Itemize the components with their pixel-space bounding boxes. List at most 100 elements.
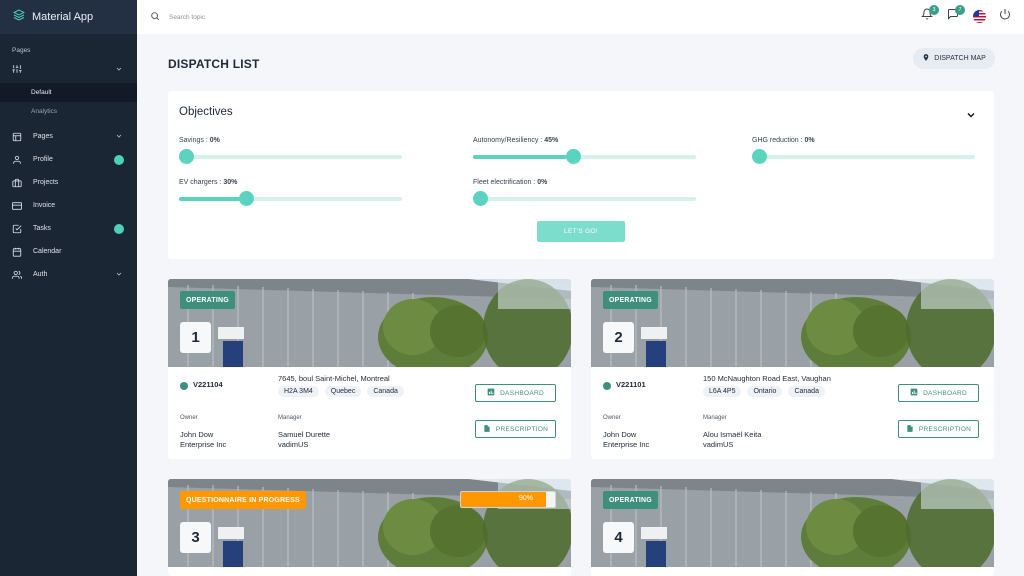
prescription-label: PRESCRIPTION — [495, 425, 549, 433]
site-card: OPERATING 4 — [591, 479, 994, 576]
status-dot — [603, 382, 611, 390]
country-chip: Canada — [367, 386, 404, 397]
layers-icon — [12, 8, 26, 26]
slider-track[interactable] — [752, 149, 975, 164]
slider-fill — [473, 155, 574, 159]
chevron-down-icon[interactable] — [965, 108, 977, 126]
postal-code-chip: H2A 3M4 — [278, 386, 319, 397]
sidebar-subitem-default[interactable]: Default — [0, 83, 137, 102]
slider-track[interactable] — [179, 149, 402, 164]
slider-ev-chargers[interactable]: EV chargers : 30% — [179, 179, 402, 209]
sidebar-item-projects[interactable]: Projects — [0, 171, 137, 194]
slider-track[interactable] — [179, 191, 402, 206]
brand[interactable]: Material App — [0, 0, 137, 34]
site-number: 1 — [180, 322, 211, 353]
slider-savings[interactable]: Savings : 0% — [179, 137, 402, 167]
dashboard-label: DASHBOARD — [500, 389, 544, 397]
objectives-title: Objectives — [179, 106, 233, 118]
chevron-down-icon — [115, 270, 123, 280]
dashboard-button[interactable]: DASHBOARD — [475, 384, 556, 402]
status-badge: OPERATING — [603, 491, 658, 509]
owner-name: John Dow — [603, 430, 637, 439]
site-card: OPERATING 2 V221101 150 McNaughton Road … — [591, 279, 994, 459]
credit-card-icon — [12, 201, 22, 211]
card-body: V221101 150 McNaughton Road East, Vaugha… — [591, 367, 994, 459]
slider-label: Fleet electrification : 0% — [473, 179, 548, 186]
province-chip: Ontario — [747, 386, 783, 397]
sliders-icon — [12, 64, 22, 74]
status-badge: QUESTIONNAIRE IN PROGRESS — [180, 491, 306, 509]
language-button[interactable] — [972, 9, 986, 23]
brand-name: Material App — [32, 11, 94, 23]
dispatch-map-label: DISPATCH MAP — [934, 55, 986, 62]
us-flag-icon — [972, 9, 986, 23]
sidebar-item-dashboard[interactable] — [0, 58, 137, 79]
lets-go-button[interactable]: LET'S GO! — [537, 221, 625, 242]
slider-label: EV chargers : 30% — [179, 179, 238, 186]
check-square-icon — [12, 224, 22, 234]
owner-company: Enterprise Inc — [603, 440, 650, 449]
owner-label: Owner — [180, 415, 198, 421]
page-title: DISPATCH LIST — [168, 57, 260, 71]
messages-button[interactable]: 7 — [946, 5, 965, 23]
top-header: 3 7 — [137, 0, 1024, 34]
site-address: 7645, boul Saint-Michel, Montreal — [278, 374, 390, 383]
manager-label: Manager — [278, 415, 302, 421]
nav-section-label: Pages — [12, 47, 31, 54]
slider-thumb[interactable] — [179, 149, 194, 164]
calendar-icon — [12, 247, 22, 257]
sidebar-item-label: Pages — [33, 133, 53, 140]
objectives-panel: Objectives Savings : 0% Autonomy/Resilie… — [168, 91, 994, 259]
slider-label: Savings : 0% — [179, 137, 220, 144]
manager-name: Alou Ismaël Keita — [703, 430, 762, 439]
messages-count: 7 — [955, 5, 965, 15]
slider-thumb[interactable] — [566, 149, 582, 164]
header-actions: 3 7 — [920, 5, 1012, 23]
site-number: 2 — [603, 322, 634, 353]
briefcase-icon — [12, 178, 22, 188]
postal-code-chip: L6A 4P5 — [703, 386, 742, 397]
chevron-up-icon — [115, 65, 123, 75]
sidebar-item-label: Invoice — [33, 202, 56, 209]
notifications-count: 3 — [929, 5, 939, 15]
sidebar-item-label: Profile — [33, 156, 53, 163]
document-icon — [906, 424, 914, 435]
status-badge: OPERATING — [180, 291, 235, 309]
slider-thumb[interactable] — [473, 191, 488, 206]
prescription-label: PRESCRIPTION — [918, 425, 972, 433]
sidebar-subitem-analytics[interactable]: Analytics — [0, 102, 137, 121]
site-card: OPERATING 1 V221104 7645, boul Saint-Mic… — [168, 279, 571, 459]
slider-fleet[interactable]: Fleet electrification : 0% — [473, 179, 696, 209]
document-icon — [483, 424, 491, 435]
layout-icon — [12, 132, 22, 142]
search-icon[interactable] — [150, 8, 160, 26]
slider-autonomy[interactable]: Autonomy/Resiliency : 45% — [473, 137, 696, 167]
slider-ghg[interactable]: GHG reduction : 0% — [752, 137, 975, 167]
prescription-button[interactable]: PRESCRIPTION — [898, 420, 979, 438]
dashboard-button[interactable]: DASHBOARD — [898, 384, 979, 402]
sidebar-item-calendar[interactable]: Calendar — [0, 240, 137, 263]
card-body: V221104 7645, boul Saint-Michel, Montrea… — [168, 367, 571, 459]
site-card: QUESTIONNAIRE IN PROGRESS 90% 3 — [168, 479, 571, 576]
sidebar-item-tasks[interactable]: Tasks — [0, 217, 137, 240]
slider-track[interactable] — [473, 191, 696, 206]
prescription-button[interactable]: PRESCRIPTION — [475, 420, 556, 438]
user-icon — [12, 155, 22, 165]
search-input[interactable] — [169, 13, 369, 21]
sidebar-item-auth[interactable]: Auth — [0, 263, 137, 286]
questionnaire-progress: 90% — [460, 491, 556, 508]
sidebar-item-invoice[interactable]: Invoice — [0, 194, 137, 217]
sidebar-item-profile[interactable]: Profile — [0, 148, 137, 171]
slider-thumb[interactable] — [238, 191, 254, 206]
slider-track[interactable] — [473, 149, 696, 164]
users-icon — [12, 270, 22, 280]
power-button[interactable] — [998, 9, 1012, 23]
sidebar-item-pages[interactable]: Pages — [0, 125, 137, 148]
slider-thumb[interactable] — [752, 149, 767, 164]
sidebar-item-label: Auth — [33, 271, 48, 278]
sidebar-item-label: Calendar — [33, 248, 62, 255]
site-address: 150 McNaughton Road East, Vaughan — [703, 374, 831, 383]
sidebar: Material App Pages Default Analytics Pag… — [0, 0, 137, 576]
dispatch-map-button[interactable]: DISPATCH MAP — [913, 48, 995, 69]
notifications-button[interactable]: 3 — [920, 5, 939, 23]
